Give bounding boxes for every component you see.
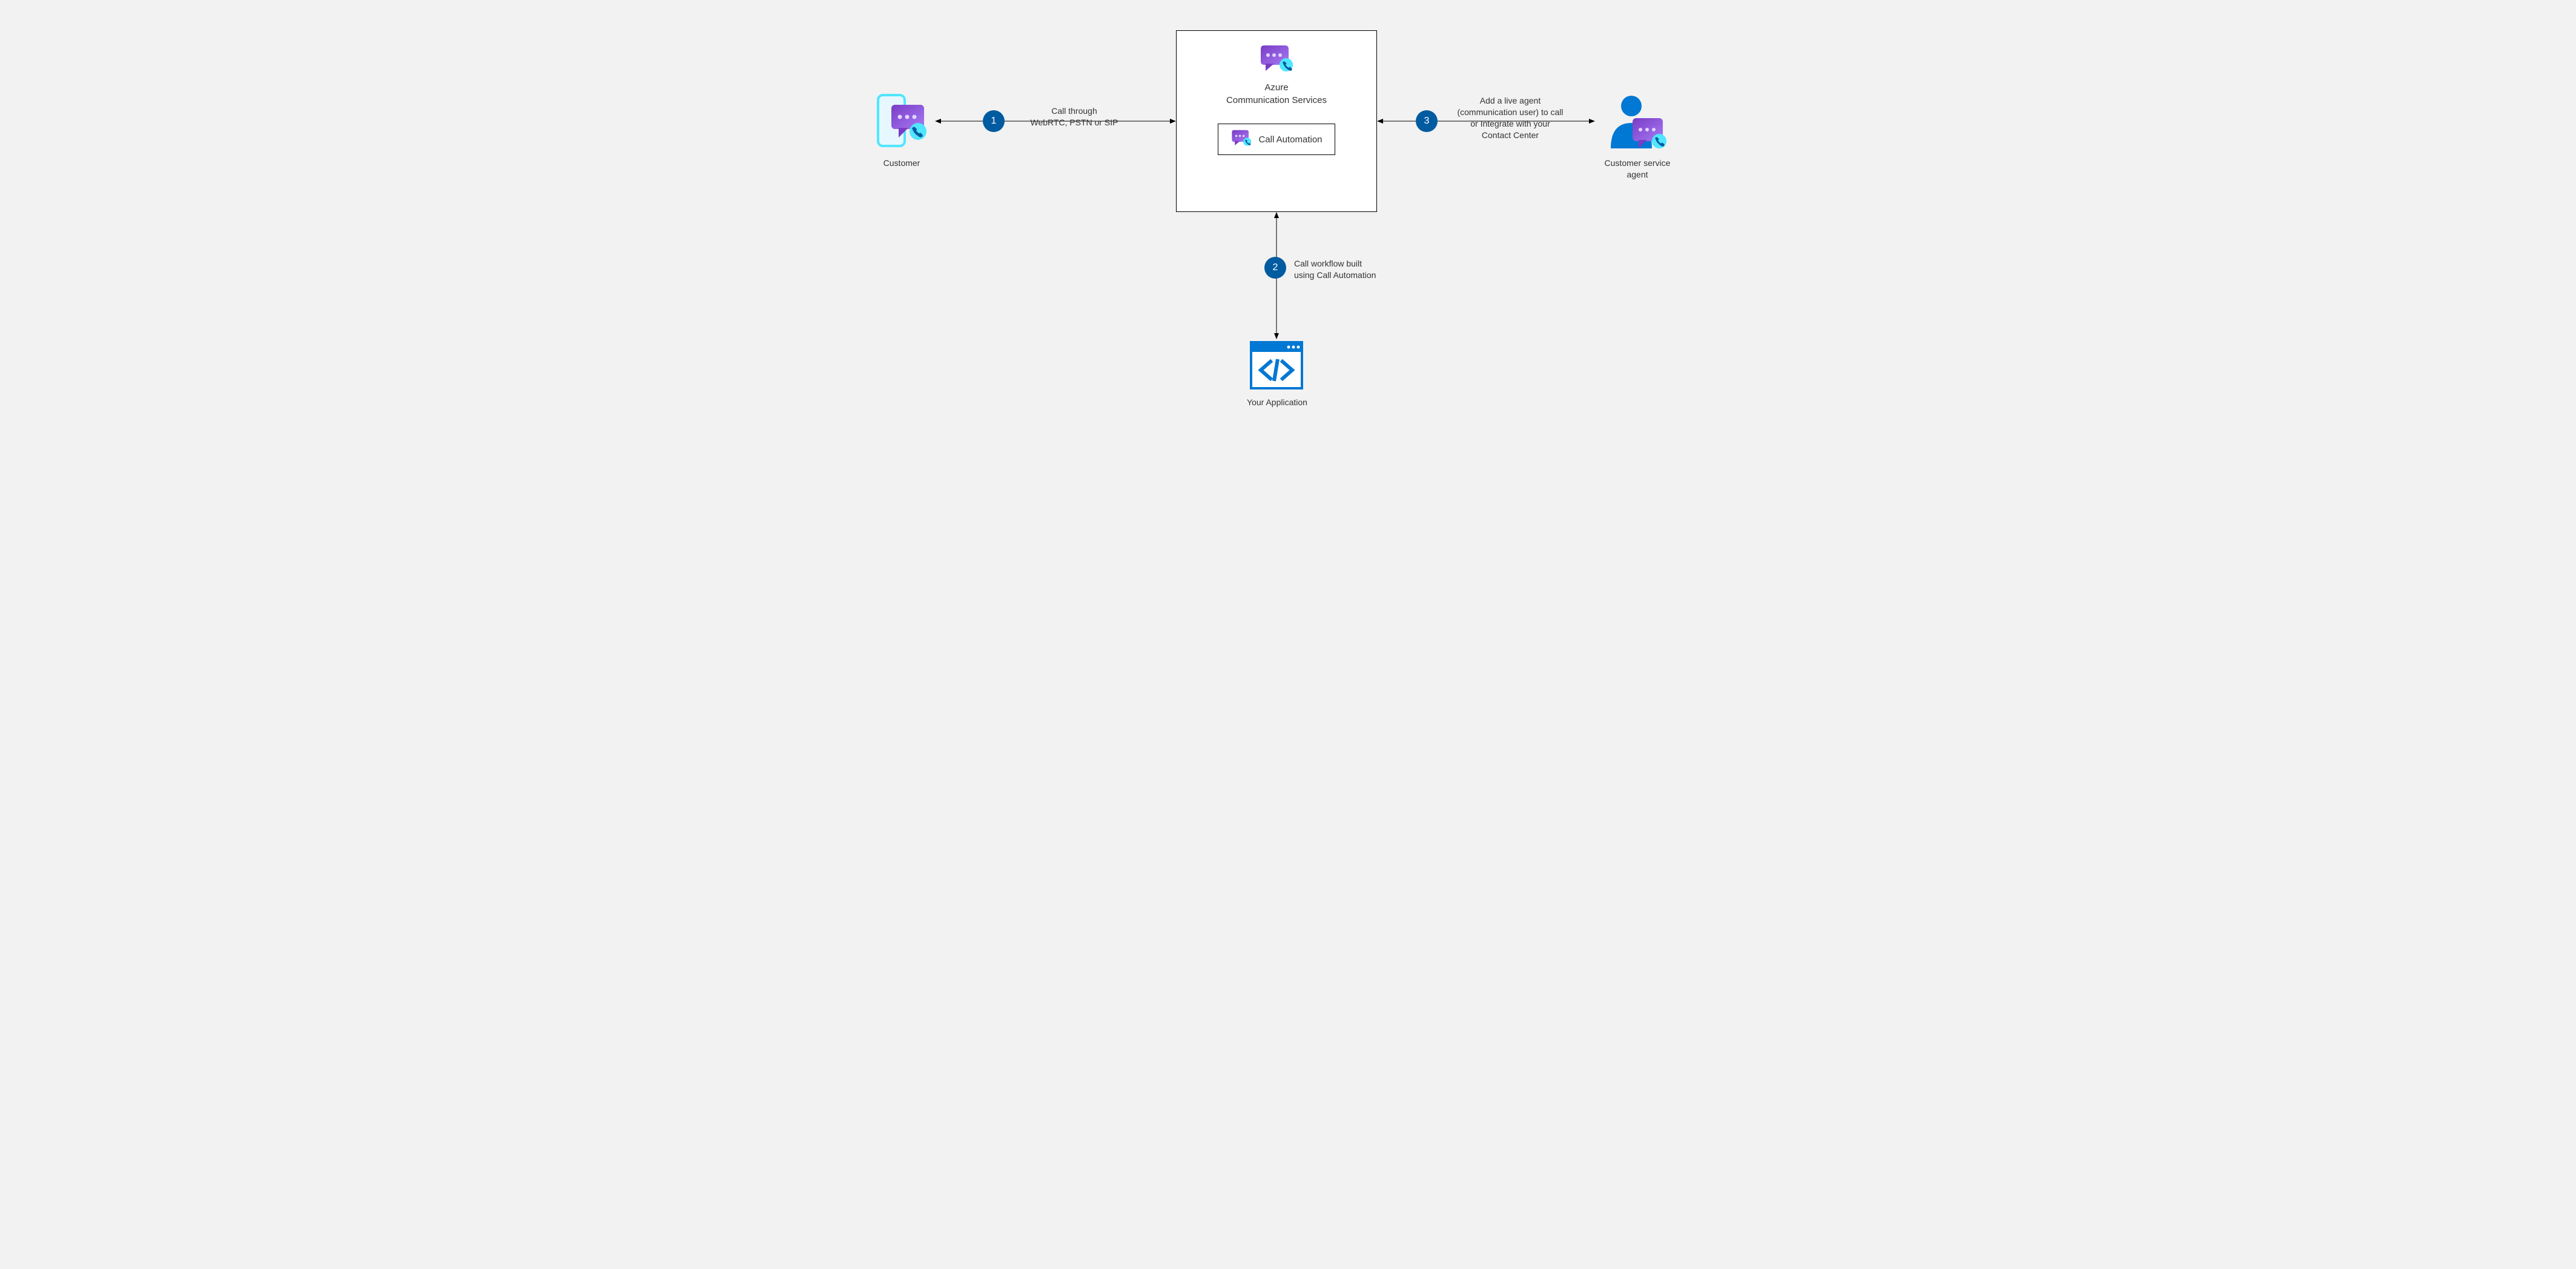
step-1-text: Call through WebRTC, PSTN or SIP	[1023, 105, 1126, 128]
agent-icon	[1601, 94, 1668, 151]
diagram-canvas: Customer	[829, 0, 1747, 452]
acs-icon	[1258, 44, 1295, 75]
call-automation-label: Call Automation	[1258, 134, 1322, 145]
step-3-text: Add a live agent (communication user) to…	[1450, 95, 1571, 141]
agent-label: Customer service agent	[1592, 157, 1683, 181]
your-app-label: Your Application	[1229, 397, 1326, 408]
acs-title: Azure Communication Services	[1226, 81, 1327, 107]
your-app-icon	[1250, 341, 1303, 389]
call-automation-icon	[1230, 129, 1252, 150]
step-3-circle: 3	[1416, 110, 1438, 132]
customer-icon	[874, 94, 929, 151]
acs-box: Azure Communication Services	[1176, 30, 1377, 212]
customer-label: Customer	[865, 157, 938, 169]
step-2-circle: 2	[1264, 257, 1286, 279]
call-automation-box: Call Automation	[1218, 124, 1335, 155]
step-2-text: Call workflow built using Call Automatio…	[1294, 258, 1397, 281]
step-1-circle: 1	[983, 110, 1005, 132]
